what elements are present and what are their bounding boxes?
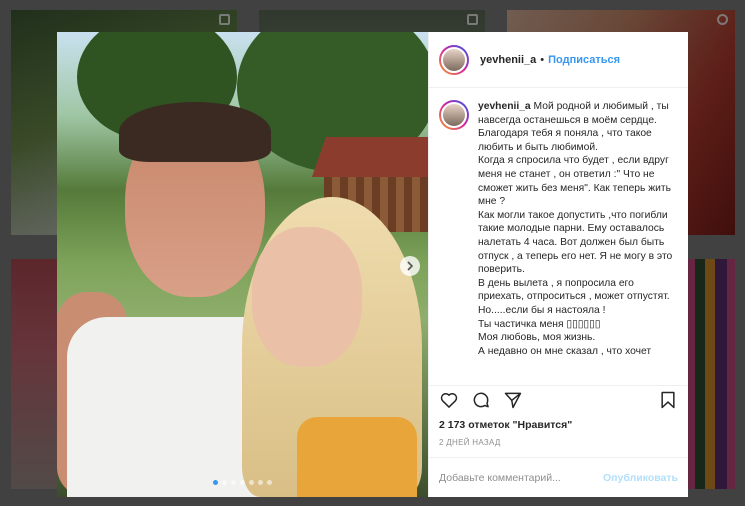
caption-username[interactable]: yevhenii_a xyxy=(478,101,531,112)
post-modal: yevhenii_a • Подписаться yevhenii_a Мой … xyxy=(57,32,688,497)
share-icon[interactable] xyxy=(503,390,523,415)
comment-bar: Опубликовать xyxy=(429,457,688,497)
caption-text: yevhenii_a Мой родной и любимый , ты нав… xyxy=(478,100,678,385)
separator-dot: • xyxy=(540,53,545,66)
caption-body: Мой родной и любимый , ты навсегда остан… xyxy=(478,101,673,357)
follow-button[interactable]: Подписаться xyxy=(548,54,620,66)
likes-count[interactable]: 2 173 отметок "Нравится" xyxy=(429,419,688,435)
action-bar xyxy=(429,385,688,419)
bookmark-icon[interactable] xyxy=(658,390,678,415)
chevron-right-icon[interactable] xyxy=(400,256,420,276)
publish-button[interactable]: Опубликовать xyxy=(603,472,678,484)
carousel-dot xyxy=(222,480,227,485)
woman-figure xyxy=(242,197,428,497)
comment-icon[interactable] xyxy=(471,390,491,415)
carousel-dot xyxy=(213,480,218,485)
avatar[interactable] xyxy=(439,100,469,130)
post-side-panel: yevhenii_a • Подписаться yevhenii_a Мой … xyxy=(428,32,688,497)
username-link[interactable]: yevhenii_a xyxy=(480,54,536,66)
carousel-dot xyxy=(231,480,236,485)
comment-input[interactable] xyxy=(439,471,604,484)
post-photo[interactable] xyxy=(57,32,428,497)
carousel-dot xyxy=(240,480,245,485)
post-header: yevhenii_a • Подписаться xyxy=(429,32,688,88)
carousel-dot xyxy=(258,480,263,485)
caption-block: yevhenii_a Мой родной и любимый , ты нав… xyxy=(429,88,688,385)
carousel-dot xyxy=(249,480,254,485)
heart-icon[interactable] xyxy=(439,390,459,415)
post-date[interactable]: 2 ДНЕЙ НАЗАД xyxy=(429,435,688,457)
avatar[interactable] xyxy=(439,44,469,75)
carousel-dot xyxy=(267,480,272,485)
carousel-dots xyxy=(57,480,428,485)
